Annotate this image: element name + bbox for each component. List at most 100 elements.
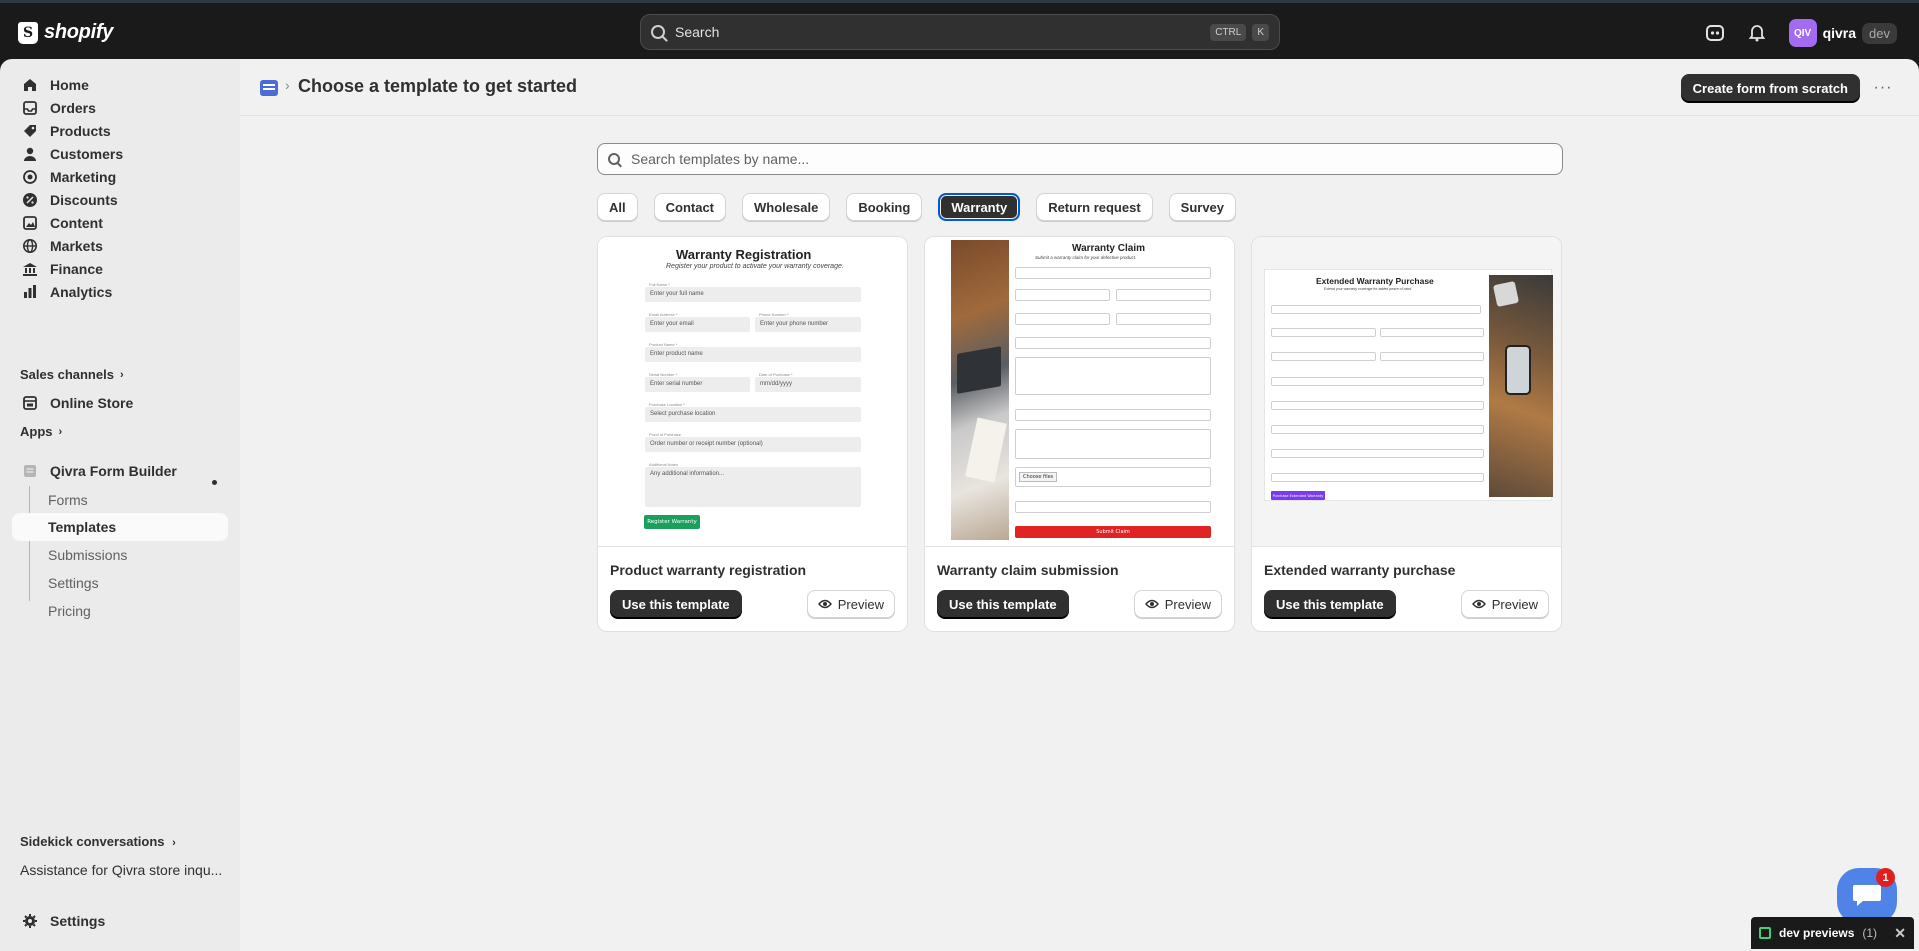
preview-field <box>1271 305 1481 314</box>
filter-all[interactable]: All <box>597 193 638 221</box>
preview-field <box>1271 473 1484 482</box>
content-icon <box>22 215 38 231</box>
page-header: › Choose a template to get started Creat… <box>240 59 1919 116</box>
sidekick-conversation-item[interactable]: Assistance for Qivra store inqu... <box>20 862 230 878</box>
sidebar-subitem-label: Templates <box>48 519 117 535</box>
apps-heading[interactable]: Apps › <box>20 424 62 439</box>
sidebar-subitem-label: Submissions <box>48 547 128 563</box>
filter-booking[interactable]: Booking <box>846 193 923 221</box>
more-actions-icon[interactable]: ··· <box>1869 74 1897 102</box>
sidebar-item-label: Customers <box>50 146 124 162</box>
globe-icon <box>22 238 38 254</box>
inbox-icon <box>22 100 38 116</box>
preview-label: Preview <box>1491 596 1538 612</box>
filter-survey[interactable]: Survey <box>1168 193 1237 221</box>
preview-label: Preview <box>837 596 884 612</box>
account-menu[interactable]: QIV qivra dev <box>1788 19 1897 47</box>
preview-field <box>1271 401 1484 410</box>
sidebar-subitem-label: Forms <box>48 492 88 508</box>
gear-icon <box>22 913 38 929</box>
filter-return-request[interactable]: Return request <box>1036 193 1153 221</box>
dev-previews-bar[interactable]: dev previews (1) ✕ <box>1751 917 1914 949</box>
shopify-bag-icon <box>18 21 38 44</box>
template-preview-thumbnail[interactable]: Warranty Registration Register your prod… <box>598 237 907 547</box>
sidebar-item-label: Orders <box>50 100 96 116</box>
use-template-button[interactable]: Use this template <box>937 590 1069 618</box>
sidekick-icon[interactable] <box>1705 23 1725 43</box>
preview-field-placeholder: Any additional information... <box>650 471 725 477</box>
sidebar-item-label: Analytics <box>50 284 113 300</box>
shopify-logo[interactable]: shopify <box>18 21 113 44</box>
sales-channels-heading[interactable]: Sales channels › <box>20 367 124 382</box>
sidebar-subitem-forms[interactable]: Forms <box>12 486 228 514</box>
sidebar-item-label: Settings <box>50 913 106 929</box>
preview-field-placeholder: Select purchase location <box>650 411 716 417</box>
filter-warranty[interactable]: Warranty <box>938 193 1021 221</box>
preview-field <box>1015 429 1211 459</box>
preview-field <box>1015 337 1211 349</box>
app-name-label: Qivra Form Builder <box>50 463 177 479</box>
template-name: Product warranty registration <box>610 562 807 578</box>
sidebar-subitem-submissions[interactable]: Submissions <box>12 541 228 569</box>
template-search-placeholder: Search templates by name... <box>631 151 810 167</box>
sidebar-subitem-pricing[interactable]: Pricing <box>12 597 228 625</box>
preview-button[interactable]: Preview <box>806 590 895 618</box>
filter-wholesale[interactable]: Wholesale <box>742 193 831 221</box>
preview-form-subtitle: Register your product to activate your w… <box>666 263 844 270</box>
bell-icon[interactable] <box>1747 23 1767 43</box>
search-placeholder: Search <box>675 24 720 40</box>
preview-field <box>1015 409 1211 421</box>
preview-submit-button: Submit Claim <box>1015 526 1211 538</box>
chat-unread-badge: 1 <box>1876 868 1895 887</box>
close-icon[interactable]: ✕ <box>1894 925 1906 942</box>
app-breadcrumb-icon[interactable] <box>260 80 278 96</box>
top-bar: shopify Search CTRL K QIV qivra dev <box>0 0 1919 59</box>
preview-upload-button: Choose files <box>1019 472 1058 482</box>
sidebar-item-label: Content <box>50 215 103 231</box>
use-template-button[interactable]: Use this template <box>610 590 742 618</box>
template-preview-thumbnail[interactable]: Warranty Claim Submit a warranty claim f… <box>925 237 1234 547</box>
preview-field-placeholder: Enter serial number <box>650 381 703 387</box>
sidebar-item-label: Discounts <box>50 192 118 208</box>
store-badge: dev <box>1862 22 1897 44</box>
preview-button[interactable]: Preview <box>1133 590 1222 618</box>
sidebar-item-analytics[interactable]: Analytics <box>12 278 228 306</box>
preview-field <box>1015 313 1110 325</box>
preview-button[interactable]: Preview <box>1460 590 1549 618</box>
bank-icon <box>22 261 38 277</box>
eye-icon <box>1144 597 1159 612</box>
sidebar-item-online-store[interactable]: Online Store <box>12 389 228 417</box>
preview-field <box>1271 352 1376 361</box>
sidekick-conversations-heading[interactable]: Sidekick conversations › <box>20 834 176 849</box>
page-title: Choose a template to get started <box>298 76 578 96</box>
eye-icon <box>1471 597 1486 612</box>
use-template-button[interactable]: Use this template <box>1264 590 1396 618</box>
create-form-button[interactable]: Create form from scratch <box>1680 74 1860 102</box>
sidebar-app-qivra-form-builder[interactable]: Qivra Form Builder <box>12 457 228 485</box>
sidebar-item-label: Home <box>50 77 89 93</box>
sidekick-label: Sidekick conversations <box>20 834 165 849</box>
preview-field <box>1116 289 1211 301</box>
filter-contact[interactable]: Contact <box>653 193 727 221</box>
sidebar: Home Orders Products Customers Marketing… <box>0 59 240 951</box>
eye-icon <box>817 597 832 612</box>
template-preview-thumbnail[interactable]: Extended Warranty Purchase Extend your w… <box>1252 237 1561 547</box>
preview-field <box>1380 352 1484 361</box>
chevron-right-icon: › <box>172 837 176 849</box>
preview-field <box>1271 449 1484 458</box>
avatar: QIV <box>1788 19 1817 47</box>
category-filters: All Contact Wholesale Booking Warranty R… <box>597 193 1237 221</box>
shortcut-key-k: K <box>1252 23 1269 41</box>
sidebar-subitem-templates[interactable]: Templates <box>12 513 228 541</box>
template-search-input[interactable]: Search templates by name... <box>597 143 1563 175</box>
preview-form-subtitle: Submit a warranty claim for your defecti… <box>1035 255 1137 260</box>
dev-previews-label: dev previews <box>1779 926 1855 940</box>
main-content: › Choose a template to get started Creat… <box>240 59 1919 951</box>
global-search[interactable]: Search CTRL K <box>640 14 1280 50</box>
sidebar-item-settings[interactable]: Settings <box>12 907 228 935</box>
preview-field-placeholder: mm/dd/yyyy <box>760 381 793 387</box>
sidebar-subitem-settings[interactable]: Settings <box>12 569 228 597</box>
template-name: Warranty claim submission <box>937 562 1119 578</box>
template-name: Extended warranty purchase <box>1264 562 1456 578</box>
sidebar-item-label: Online Store <box>50 395 134 411</box>
